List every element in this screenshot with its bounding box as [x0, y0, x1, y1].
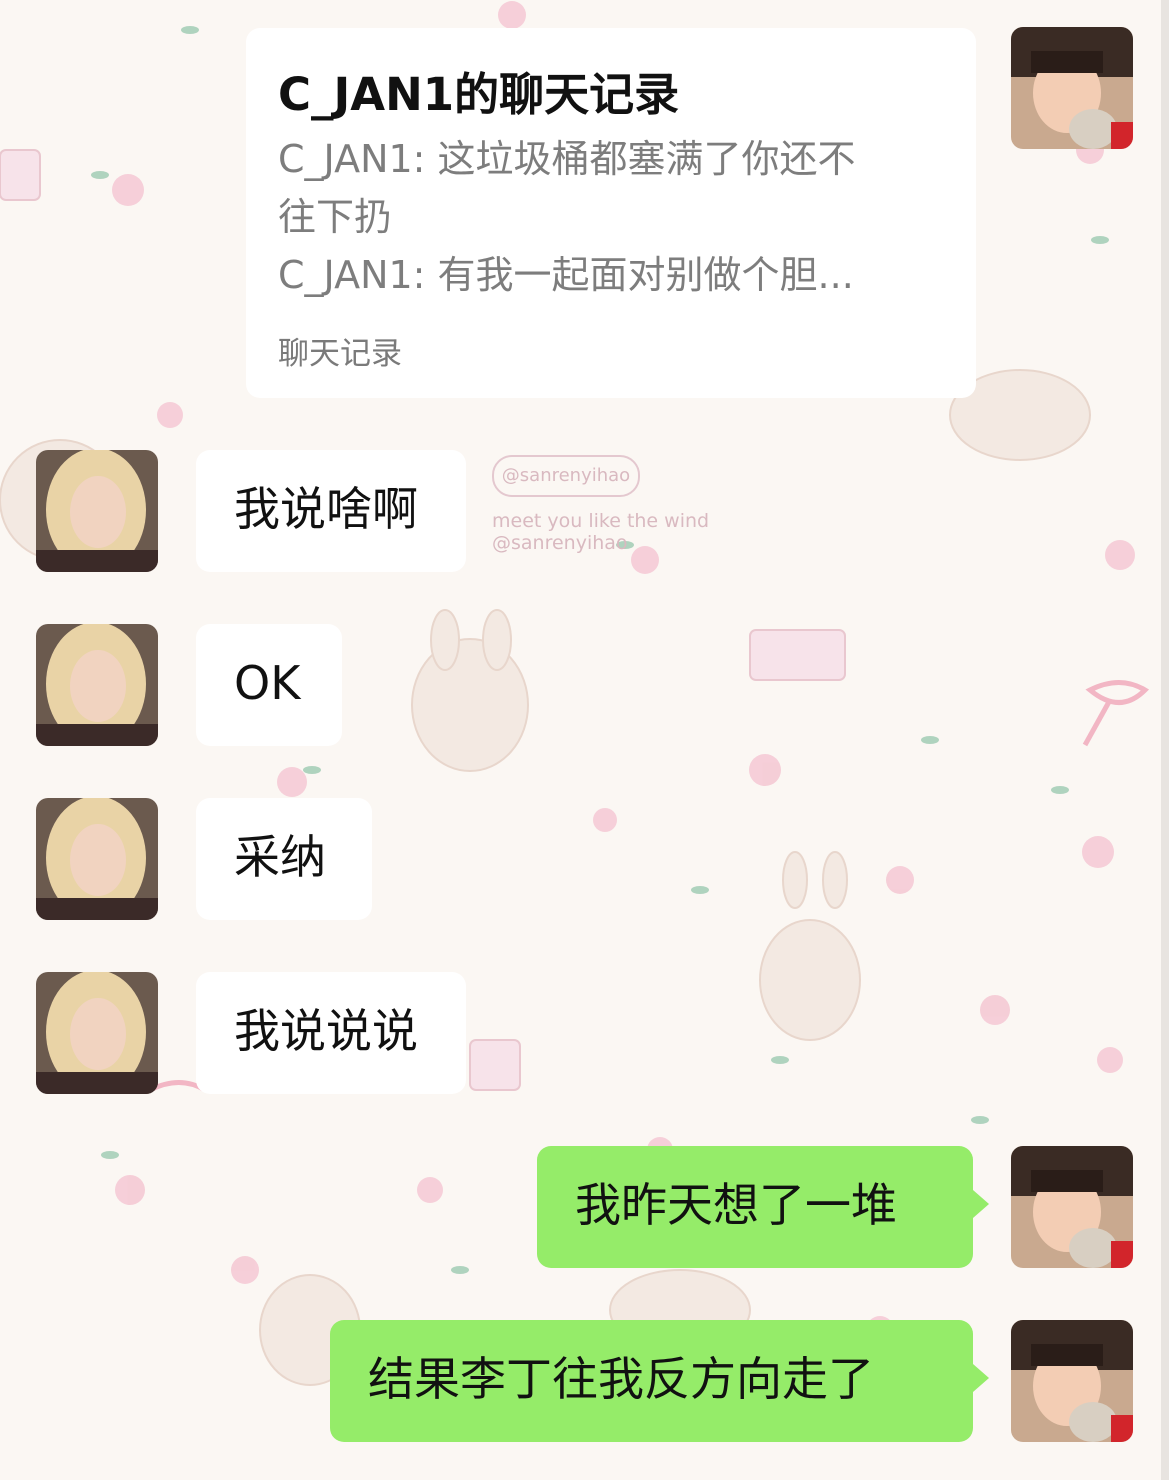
- watermark-badge: @sanrenyihao: [492, 455, 640, 497]
- message-text: 我说啥啊: [234, 482, 418, 536]
- self-avatar[interactable]: [1011, 1320, 1133, 1442]
- chat-record-card[interactable]: C_JAN1的聊天记录 C_JAN1: 这垃圾桶都塞满了你还不 往下扔 C_JA…: [246, 28, 976, 398]
- self-avatar[interactable]: [1011, 27, 1133, 149]
- message-bubble[interactable]: OK: [196, 624, 342, 746]
- chat-record-footer: 聊天记录: [278, 336, 402, 372]
- contact-avatar[interactable]: [36, 972, 158, 1094]
- watermark-line2: @sanrenyihao: [492, 532, 628, 554]
- my-message-bubble[interactable]: 我昨天想了一堆: [537, 1146, 989, 1268]
- message-text: 结果李丁往我反方向走了: [368, 1352, 874, 1406]
- scrollbar[interactable]: [1161, 0, 1169, 1480]
- message-bubble[interactable]: 采纳: [196, 798, 372, 920]
- message-bubble[interactable]: 我说啥啊: [196, 450, 466, 572]
- message-text: 我昨天想了一堆: [575, 1178, 897, 1232]
- watermark-line1: meet you like the wind: [492, 510, 710, 532]
- contact-avatar[interactable]: [36, 624, 158, 746]
- message-bubble[interactable]: 我说说说: [196, 972, 466, 1094]
- chat-record-line: C_JAN1: 这垃圾桶都塞满了你还不: [278, 137, 856, 181]
- my-message-bubble[interactable]: 结果李丁往我反方向走了: [330, 1320, 989, 1442]
- message-text: OK: [234, 656, 301, 710]
- chat-record-line: C_JAN1: 有我一起面对别做个胆...: [278, 253, 854, 297]
- self-avatar[interactable]: [1011, 1146, 1133, 1268]
- message-text: 我说说说: [234, 1004, 418, 1058]
- contact-avatar[interactable]: [36, 450, 158, 572]
- message-text: 采纳: [234, 830, 326, 884]
- chat-record-title: C_JAN1的聊天记录: [278, 68, 680, 121]
- watermark-text: meet you like the wind @sanrenyihao: [492, 510, 709, 554]
- contact-avatar[interactable]: [36, 798, 158, 920]
- chat-record-line: 往下扔: [278, 195, 393, 239]
